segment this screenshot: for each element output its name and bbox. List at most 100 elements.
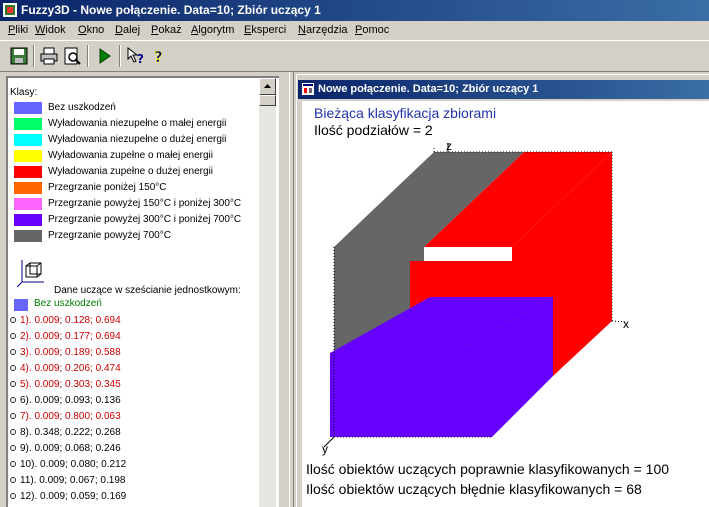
list-item[interactable]: 6). 0.009; 0.093; 0.136 — [10, 395, 121, 406]
list-item-label: 4). 0.009; 0.206; 0.474 — [20, 363, 121, 374]
list-item[interactable]: 9). 0.009; 0.068; 0.246 — [10, 443, 121, 454]
region-violet-front — [330, 353, 453, 437]
legend-swatch — [14, 214, 42, 226]
legend-label: Przegrzanie poniżej 150°C — [48, 182, 167, 193]
bullet-icon — [10, 317, 16, 324]
list-item[interactable]: 3). 0.009; 0.189; 0.588 — [10, 347, 121, 358]
list-item-label: 5). 0.009; 0.303; 0.345 — [20, 379, 121, 390]
menu-widok[interactable]: Widok — [35, 24, 66, 36]
help-context-icon: ? — [127, 47, 144, 65]
legend-label: Przegrzanie powyżej 150°C i poniżej 300°… — [48, 198, 242, 209]
menu-pliki[interactable]: Pliki — [8, 24, 28, 36]
svg-text:?: ? — [137, 52, 144, 65]
bullet-icon — [10, 365, 16, 372]
toolbar-separator — [119, 45, 121, 67]
list-item[interactable]: 11). 0.009; 0.067; 0.198 — [10, 475, 125, 486]
axis-z-label: z — [446, 139, 452, 153]
list-item-label: 6). 0.009; 0.093; 0.136 — [20, 395, 121, 406]
bullet-icon — [10, 461, 16, 468]
menu-okno[interactable]: Okno — [78, 24, 104, 36]
help-context-button[interactable]: ? — [125, 45, 147, 67]
legend-swatch — [14, 102, 42, 114]
scroll-thumb[interactable] — [259, 95, 276, 106]
mdi-title: Nowe połączenie. Data=10; Zbiór uczący 1 — [318, 83, 539, 95]
print-preview-button[interactable] — [61, 45, 83, 67]
legend-swatch — [14, 182, 42, 194]
list-item[interactable]: 4). 0.009; 0.206; 0.474 — [10, 363, 121, 374]
legend-label: Wyładowania zupełne o małej energii — [48, 150, 214, 161]
list-item-label: 3). 0.009; 0.189; 0.588 — [20, 347, 121, 358]
menu-pomoc[interactable]: Pomoc — [355, 24, 389, 36]
wrong-count: Ilość obiektów uczących błędnie klasyfik… — [306, 481, 642, 497]
bullet-icon — [10, 493, 16, 500]
cube-axes-icon — [16, 260, 44, 288]
toolbar-separator — [87, 45, 89, 67]
menu-eksperci[interactable]: Eksperci — [244, 24, 286, 36]
legend-label: Przegrzanie powyżej 300°C i poniżej 700°… — [48, 214, 242, 225]
window-icon — [302, 83, 314, 95]
axis-y-label: y — [322, 442, 328, 456]
bullet-icon — [10, 333, 16, 340]
list-item[interactable]: 12). 0.009; 0.059; 0.169 — [10, 491, 126, 502]
list-item-label: 10). 0.009; 0.080; 0.212 — [20, 459, 127, 470]
save-icon — [10, 47, 28, 65]
list-item-label: 11). 0.009; 0.067; 0.198 — [20, 475, 126, 486]
list-item[interactable]: 8). 0.348; 0.222; 0.268 — [10, 427, 121, 438]
classification-canvas: Bieżąca klasyfikacja zbiorami Ilość podz… — [302, 101, 709, 507]
svg-text:?: ? — [154, 48, 163, 65]
training-class-label: Bez uszkodzeń — [34, 298, 102, 309]
legend-swatch — [14, 150, 42, 162]
training-class-swatch — [14, 299, 28, 311]
vertical-scrollbar[interactable] — [259, 78, 276, 507]
bullet-icon — [10, 429, 16, 436]
axis-x-label: x — [623, 317, 629, 331]
list-item[interactable]: 10). 0.009; 0.080; 0.212 — [10, 459, 126, 470]
print-preview-icon — [64, 47, 81, 65]
list-item-label: 8). 0.348; 0.222; 0.268 — [20, 427, 121, 438]
bullet-icon — [10, 413, 16, 420]
list-item[interactable]: 5). 0.009; 0.303; 0.345 — [10, 379, 121, 390]
mdi-titlebar[interactable]: Nowe połączenie. Data=10; Zbiór uczący 1 — [298, 80, 709, 99]
print-button[interactable] — [38, 45, 60, 67]
legend-swatch — [14, 134, 42, 146]
classes-header: Klasy: — [10, 87, 38, 98]
print-icon — [40, 47, 58, 65]
bullet-icon — [10, 445, 16, 452]
list-item[interactable]: 2). 0.009; 0.177; 0.694 — [10, 331, 121, 342]
app-titlebar: Fuzzy3D - Nowe połączenie. Data=10; Zbió… — [0, 0, 709, 21]
app-icon — [3, 3, 17, 17]
save-button[interactable] — [8, 45, 30, 67]
list-item-label: 9). 0.009; 0.068; 0.246 — [20, 443, 121, 454]
legend-label: Wyładowania zupełne o dużej energii — [48, 166, 214, 177]
cube-plot — [323, 143, 628, 448]
legend-swatch — [14, 198, 42, 210]
run-icon — [99, 48, 111, 64]
legend-label: Wyładowania niezupełne o dużej energii — [48, 134, 227, 145]
menu-narzedzia[interactable]: Narzędzia — [298, 24, 348, 36]
legend-swatch — [14, 166, 42, 178]
menu-pokaz[interactable]: Pokaż — [151, 24, 182, 36]
list-item-label: 7). 0.009; 0.800; 0.063 — [20, 411, 121, 422]
list-item[interactable]: 1). 0.009; 0.128; 0.694 — [10, 315, 121, 326]
panel-splitter[interactable] — [289, 72, 294, 507]
menu-dalej[interactable]: Dalej — [115, 24, 140, 36]
bullet-icon — [10, 381, 16, 388]
run-button[interactable] — [93, 45, 115, 67]
legend-label: Bez uszkodzeń — [48, 102, 116, 113]
correct-count: Ilość obiektów uczących poprawnie klasyf… — [306, 461, 670, 477]
list-item-label: 2). 0.009; 0.177; 0.694 — [20, 331, 121, 342]
menu-bar: Pliki Widok Okno Dalej Pokaż Algorytm Ek… — [0, 21, 709, 40]
legend-swatch — [14, 118, 42, 130]
toolbar-separator — [33, 45, 35, 67]
scroll-up-icon — [264, 84, 271, 88]
training-header: Dane uczące w sześcianie jednostkowym: — [54, 285, 241, 296]
help-button[interactable]: ? — [148, 45, 170, 67]
legend-label: Przegrzanie powyżej 700°C — [48, 230, 171, 241]
scroll-up-button[interactable] — [259, 78, 276, 95]
menu-algorytm[interactable]: Algorytm — [191, 24, 234, 36]
list-item-label: 12). 0.009; 0.059; 0.169 — [20, 491, 127, 502]
toolbar: ? ? — [0, 40, 709, 72]
help-icon: ? — [154, 48, 163, 65]
bullet-icon — [10, 397, 16, 404]
list-item[interactable]: 7). 0.009; 0.800; 0.063 — [10, 411, 121, 422]
